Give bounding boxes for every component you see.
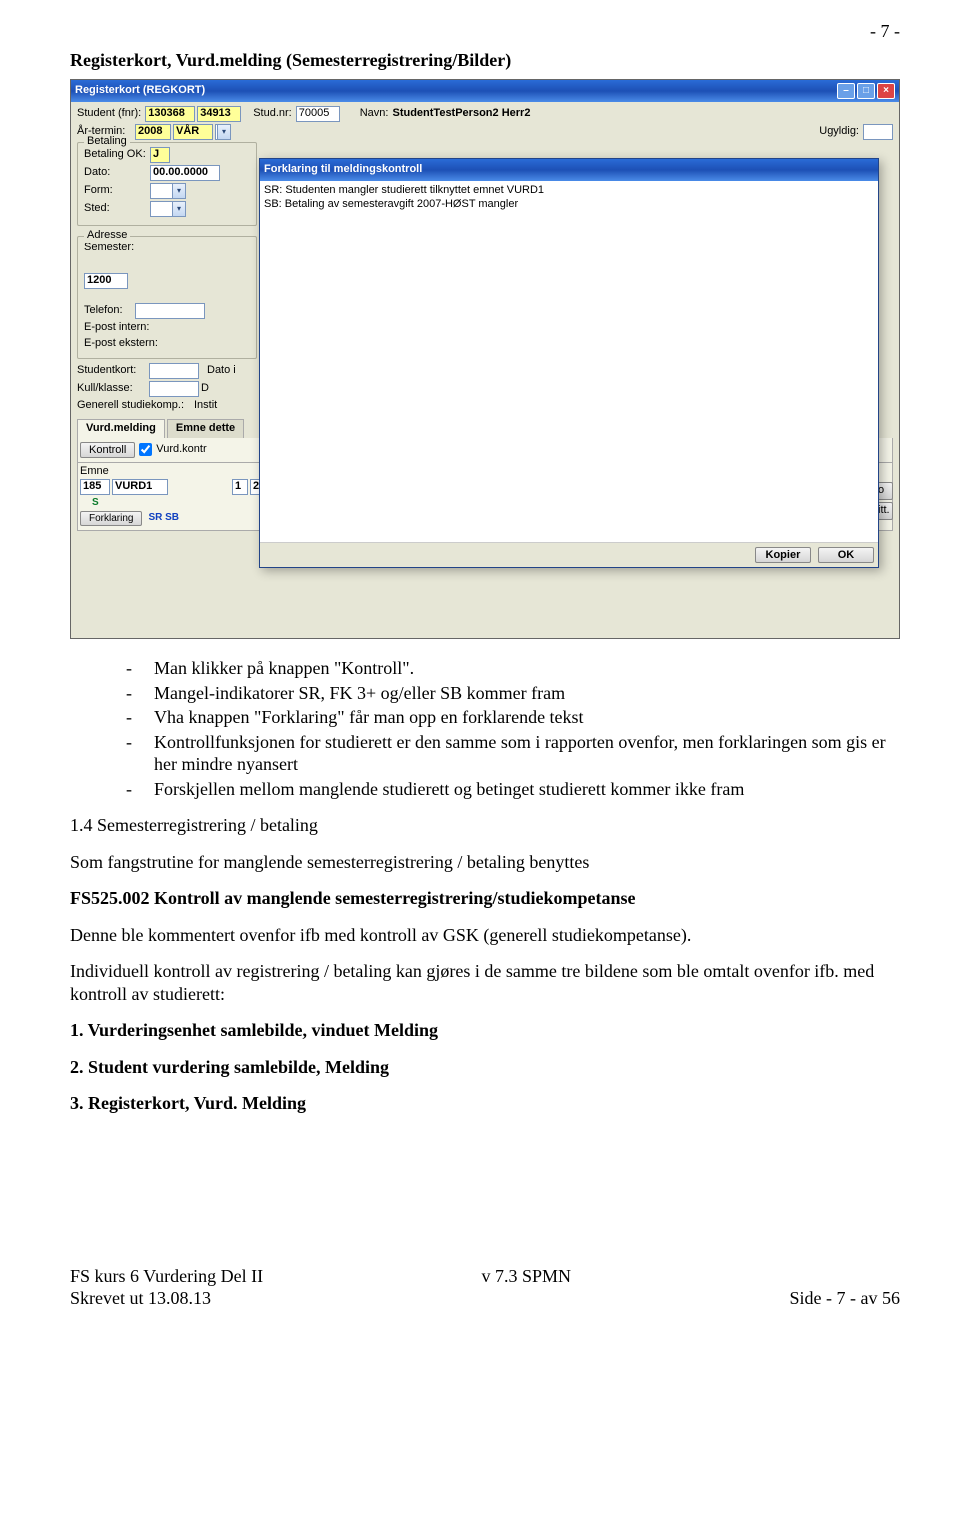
betaling-group: Betaling Betaling OK: J Dato: 00.00.0000… [77,142,257,226]
registerkort-window: Registerkort (REGKORT) – □ × Student (fn… [70,79,900,639]
ar-input[interactable]: 2008 [135,124,171,140]
footer-left-1: FS kurs 6 Vurdering Del II [70,1265,263,1288]
ok-button[interactable]: OK [818,547,874,563]
betaling-legend: Betaling [84,135,130,149]
popup-line2: SB: Betaling av semesteravgift 2007-HØST… [264,197,874,211]
navn-value: StudentTestPerson2 Herr2 [392,107,530,121]
popup-titlebar[interactable]: Forklaring til meldingskontroll [260,159,878,181]
emne-s-indicator: S [92,497,99,510]
studnr-label: Stud.nr: [253,107,294,121]
studentkort-label: Studentkort: [77,364,147,378]
emne-name[interactable]: VURD1 [112,479,168,495]
studnr-value: 70005 [296,106,340,122]
bullet-3: Vha knappen "Forklaring" får man opp en … [150,706,900,729]
vurdkontr-label: Vurd.kontr [156,443,208,457]
bullet-list: Man klikker på knappen "Kontroll". Mange… [150,657,900,800]
footer-right: Side - 7 - av 56 [790,1287,900,1310]
gsk-label: Generell studiekomp.: [77,399,186,413]
footer-left: FS kurs 6 Vurdering Del II Skrevet ut 13… [70,1265,263,1310]
student-fnr-label: Student (fnr): [77,107,143,121]
kull-label: Kull/klasse: [77,382,147,396]
bullet-2: Mangel-indikatorer SR, FK 3+ og/eller SB… [150,682,900,705]
chevron-down-icon: ▾ [217,125,230,139]
sted-dropdown[interactable]: ▾ [150,201,186,217]
sted-label: Sted: [84,202,148,216]
kull-input[interactable] [149,381,199,397]
para-intro: Som fangstrutine for manglende semesterr… [70,851,900,874]
popup-body: SR: Studenten mangler studierett tilknyt… [260,181,878,542]
bold-report-name: FS525.002 Kontroll av manglende semester… [70,887,900,910]
forklaring-popup: Forklaring til meldingskontroll SR: Stud… [259,158,879,568]
bullet-1: Man klikker på knappen "Kontroll". [150,657,900,680]
form-area: Student (fnr): 130368 34913 Stud.nr: 700… [71,102,899,639]
adresse-group: Adresse Semester: 1200 Telefon: E-post i… [77,236,257,359]
chevron-down-icon: ▾ [172,184,185,198]
termin-input[interactable]: VÅR [173,124,213,140]
instit-label: Instit [194,399,219,413]
maximize-button[interactable]: □ [857,83,875,99]
chevron-down-icon: ▾ [172,202,185,216]
para-2: Denne ble kommentert ovenfor ifb med kon… [70,924,900,947]
close-button[interactable]: × [877,83,895,99]
student-row: Student (fnr): 130368 34913 Stud.nr: 700… [77,106,893,122]
navn-label: Navn: [360,107,391,121]
student-fnr2-input[interactable]: 34913 [197,106,241,122]
numbered-1: 1. Vurderingsenhet samlebilde, vinduet M… [70,1019,900,1042]
epost-ekstern-label: E-post ekstern: [84,337,160,351]
popup-footer: Kopier OK [260,542,878,567]
datoi-label: Dato i [207,364,238,378]
form-dropdown[interactable]: ▾ [150,183,186,199]
doc-heading: Registerkort, Vurd.melding (Semesterregi… [70,49,900,72]
popup-title: Forklaring til meldingskontroll [264,163,874,177]
ugyldig-label: Ugyldig: [819,125,861,139]
window-titlebar[interactable]: Registerkort (REGKORT) – □ × [71,80,899,102]
emne-code[interactable]: 185 [80,479,110,495]
page-footer: FS kurs 6 Vurdering Del II Skrevet ut 13… [70,1265,900,1310]
termin-dropdown[interactable]: ▾ [215,124,231,140]
kopier-button[interactable]: Kopier [755,547,811,563]
tab-emne-dette[interactable]: Emne dette [167,419,244,438]
window-title: Registerkort (REGKORT) [75,84,835,98]
telefon-input[interactable] [135,303,205,319]
betaling-ok-input[interactable]: J [150,147,170,163]
minimize-button[interactable]: – [837,83,855,99]
kull-val-label: D [201,382,211,396]
semester-label: Semester: [84,241,136,255]
form-label: Form: [84,184,148,198]
section-heading: 1.4 Semesterregistrering / betaling [70,814,900,837]
dato-input[interactable]: 00.00.0000 [150,165,220,181]
page-number-top: - 7 - [70,20,900,43]
ar-row: År-termin: 2008 VÅR ▾ Ugyldig: [77,124,893,140]
ugyldig-input[interactable] [863,124,893,140]
betaling-ok-label: Betaling OK: [84,148,148,162]
numbered-3: 3. Registerkort, Vurd. Melding [70,1092,900,1115]
bullet-4: Kontrollfunksjonen for studierett er den… [150,731,900,776]
vurdkontr-checkbox[interactable] [139,443,152,456]
adresse-legend: Adresse [84,229,130,243]
bullet-5: Forskjellen mellom manglende studierett … [150,778,900,801]
tab-vurdmelding[interactable]: Vurd.melding [77,419,165,438]
forklaring-codes: SR SB [148,512,179,525]
footer-left-2: Skrevet ut 13.08.13 [70,1287,263,1310]
epost-intern-label: E-post intern: [84,321,151,335]
studentkort-input[interactable] [149,363,199,379]
popup-line1: SR: Studenten mangler studierett tilknyt… [264,183,874,197]
forklaring-button[interactable]: Forklaring [80,511,142,526]
telefon-label: Telefon: [84,304,125,318]
semester-input[interactable]: 1200 [84,273,128,289]
para-3: Individuell kontroll av registrering / b… [70,960,900,1005]
dato-label: Dato: [84,166,148,180]
numbered-2: 2. Student vurdering samlebilde, Melding [70,1056,900,1079]
kontroll-button[interactable]: Kontroll [80,442,135,458]
emne-n1[interactable]: 1 [232,479,248,495]
student-fnr1-input[interactable]: 130368 [145,106,195,122]
footer-mid: v 7.3 SPMN [482,1265,572,1288]
